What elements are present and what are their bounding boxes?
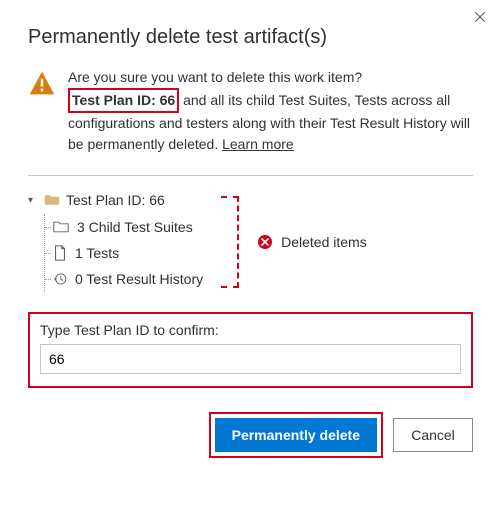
confirm-label: Type Test Plan ID to confirm: (40, 322, 461, 338)
tree-item-history[interactable]: 0 Test Result History (53, 266, 203, 292)
error-icon (257, 234, 273, 250)
tree-item-label: 1 Tests (75, 245, 119, 261)
confirm-input[interactable] (40, 344, 461, 374)
warning-icon (28, 67, 56, 100)
test-plan-id-highlight: Test Plan ID: 66 (68, 88, 179, 113)
message-text-before: Are you sure you want to delete this wor… (68, 69, 362, 85)
delete-artifacts-dialog: Permanently delete test artifact(s) Are … (0, 0, 501, 478)
file-icon (53, 245, 67, 261)
tree-item-label: 0 Test Result History (75, 271, 203, 287)
button-row: Permanently delete Cancel (28, 412, 473, 458)
close-icon[interactable] (473, 10, 487, 28)
deleted-items-row: Deleted items (257, 234, 367, 250)
tree-root[interactable]: ▾ Test Plan ID: 66 (28, 192, 203, 208)
tree-item-label: 3 Child Test Suites (77, 219, 193, 235)
tree-children: 3 Child Test Suites 1 Tests 0 Test Resul… (44, 214, 203, 292)
cancel-button[interactable]: Cancel (393, 418, 473, 452)
deleted-items-text: Deleted items (281, 234, 367, 250)
confirm-block: Type Test Plan ID to confirm: (28, 312, 473, 388)
folder-outline-icon (53, 220, 69, 234)
tree-area: ▾ Test Plan ID: 66 3 Child Test Suites 1… (28, 192, 473, 292)
tree-item-tests[interactable]: 1 Tests (53, 240, 203, 266)
artifact-tree: ▾ Test Plan ID: 66 3 Child Test Suites 1… (28, 192, 203, 292)
primary-highlight: Permanently delete (209, 412, 383, 458)
learn-more-link[interactable]: Learn more (222, 136, 294, 152)
tree-root-label: Test Plan ID: 66 (66, 192, 165, 208)
deleted-bracket (221, 196, 239, 288)
warning-row: Are you sure you want to delete this wor… (28, 67, 473, 155)
chevron-down-icon: ▾ (28, 195, 38, 206)
history-icon (53, 271, 67, 287)
folder-icon (44, 193, 60, 207)
separator (28, 175, 473, 176)
tree-item-suites[interactable]: 3 Child Test Suites (53, 214, 203, 240)
warning-message: Are you sure you want to delete this wor… (68, 67, 473, 155)
permanently-delete-button[interactable]: Permanently delete (215, 418, 377, 452)
dialog-title: Permanently delete test artifact(s) (28, 26, 473, 49)
